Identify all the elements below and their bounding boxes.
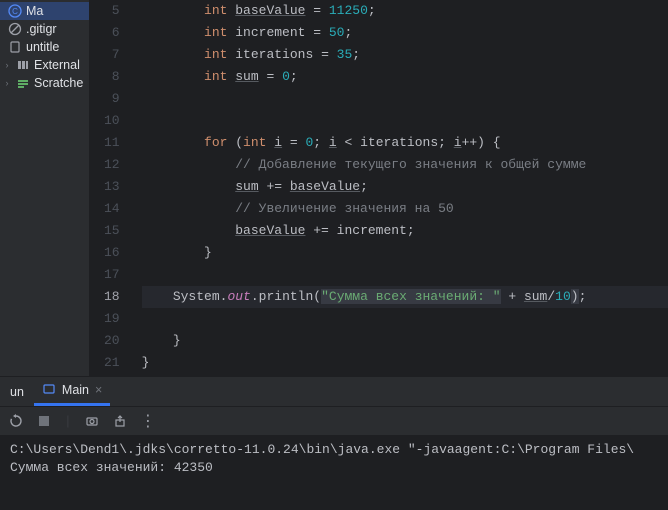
project-tree[interactable]: C Ma .gitigr untitle › External › — [0, 0, 90, 376]
tree-item-main[interactable]: C Ma — [0, 2, 89, 20]
file-icon — [8, 40, 22, 54]
tree-item-gitignore[interactable]: .gitigr — [0, 20, 89, 38]
rerun-icon[interactable] — [8, 413, 24, 429]
run-label: un — [6, 385, 28, 399]
tree-label: .gitigr — [26, 22, 57, 36]
library-icon — [16, 58, 30, 72]
tree-label: untitle — [26, 40, 59, 54]
tree-label: Ma — [26, 4, 43, 18]
close-icon[interactable]: × — [95, 383, 102, 397]
tree-item-untitled[interactable]: untitle — [0, 38, 89, 56]
stop-icon[interactable] — [36, 413, 52, 429]
svg-text:C: C — [12, 7, 18, 16]
more-icon[interactable]: ⋮ — [140, 413, 156, 429]
console-line: C:\Users\Dend1\.jdks\corretto-11.0.24\bi… — [10, 442, 634, 457]
scratch-icon — [16, 76, 30, 90]
chevron-right-icon: › — [2, 60, 12, 70]
tree-item-scratches[interactable]: › Scratche — [0, 74, 89, 92]
tree-label: Scratche — [34, 76, 83, 90]
screenshot-icon[interactable] — [84, 413, 100, 429]
console-line: Сумма всех значений: 42350 — [10, 460, 213, 475]
run-toolbar: | ⋮ — [0, 407, 668, 435]
run-config-icon — [42, 382, 56, 399]
class-icon: C — [8, 4, 22, 18]
code-area[interactable]: int baseValue = 11250; int increment = 5… — [132, 0, 668, 376]
ignore-icon — [8, 22, 22, 36]
export-icon[interactable] — [112, 413, 128, 429]
run-tab-main[interactable]: Main × — [34, 377, 110, 406]
run-tool-window: un Main × | ⋮ C:\Users\Dend1\.jdks\corre… — [0, 376, 668, 510]
run-tab-label: Main — [62, 383, 89, 397]
code-editor[interactable]: 56789 1011121314 1516171819 202122 int b… — [90, 0, 668, 376]
tree-label: External — [34, 58, 80, 72]
tree-item-external[interactable]: › External — [0, 56, 89, 74]
line-gutter: 56789 1011121314 1516171819 202122 — [90, 0, 132, 376]
chevron-right-icon: › — [2, 78, 12, 88]
console-output[interactable]: C:\Users\Dend1\.jdks\corretto-11.0.24\bi… — [0, 435, 668, 510]
